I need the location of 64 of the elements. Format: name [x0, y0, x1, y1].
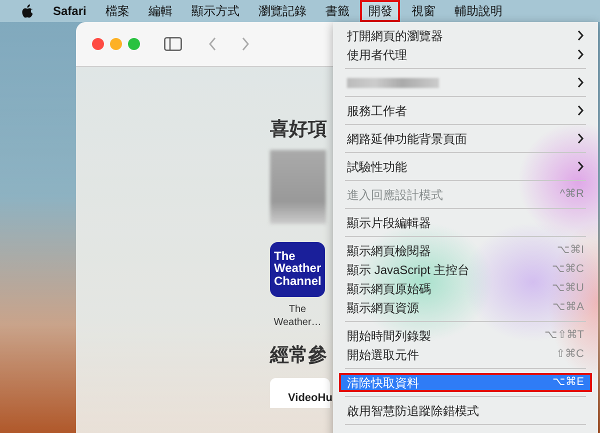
menu-bar-item[interactable]: 視窗	[403, 0, 444, 22]
sidebar-icon[interactable]	[164, 37, 182, 51]
menu-item-label: 啟用智慧防追蹤除錯模式	[347, 402, 480, 420]
menu-item-label: 使用者代理	[347, 46, 408, 64]
menu-item-label: 打開網頁的瀏覽器	[347, 28, 444, 44]
menu-item-label: 服務工作者	[347, 102, 408, 120]
menu-item[interactable]: 顯示網頁檢閱器 ⌥⌘I	[339, 241, 592, 260]
menu-item-label: 進入回應設計模式	[347, 186, 444, 204]
keyboard-shortcut: ⌥⌘E	[552, 375, 584, 390]
chevron-right-icon	[577, 49, 584, 60]
keyboard-shortcut: ^⌘R	[560, 187, 584, 202]
menu-bar-item[interactable]: 編輯	[140, 0, 180, 22]
favorite-label: The Weather…	[272, 302, 322, 329]
keyboard-shortcut: ⌥⌘C	[552, 262, 584, 278]
menu-item[interactable]: 開始時間列錄製 ⌥⇧⌘T	[339, 326, 592, 345]
menu-item-label: 試驗性功能	[347, 158, 408, 176]
menu-item[interactable]: 清除快取資料 ⌥⌘E	[339, 373, 592, 392]
favorite-tile-logo[interactable]: The Weather Channel	[270, 242, 325, 297]
menu-item-label: 開始選取元件	[347, 346, 420, 364]
minimize-button[interactable]	[110, 38, 122, 50]
menu-bar-item[interactable]: 檔案	[97, 0, 138, 22]
menu-item-label: 顯示片段編輯器	[347, 214, 432, 232]
keyboard-shortcut: ⌥⌘U	[552, 281, 584, 296]
menu-bar-item[interactable]: 輔助說明	[446, 0, 510, 22]
zoom-button[interactable]	[128, 38, 140, 50]
menu-item[interactable]: 啟用智慧防追蹤除錯模式	[339, 401, 592, 420]
menu-item[interactable]: 顯示 JavaScript 主控台 ⌥⌘C	[339, 260, 592, 279]
chevron-right-icon	[577, 105, 584, 116]
menu-item-label: 網路延伸功能背景頁面	[347, 130, 468, 148]
menu-item-label: 開始時間列錄製	[347, 328, 432, 344]
menu-item[interactable]: 試驗性功能	[339, 157, 592, 176]
forward-icon[interactable]	[241, 37, 250, 51]
menu-item-label: 顯示網頁原始碼	[347, 280, 432, 298]
menu-item[interactable]: 顯示網頁原始碼 ⌥⌘U	[339, 279, 592, 298]
menu-bar-item[interactable]: 瀏覽記錄	[250, 0, 314, 22]
section-heading: 喜好項	[270, 119, 327, 142]
chevron-right-icon	[577, 161, 584, 172]
menu-item[interactable]: 服務工作者	[339, 101, 592, 120]
menu-item[interactable]: 網路延伸功能背景頁面	[339, 129, 592, 148]
menu-item[interactable]: 開始選取元件 ⇧⌘C	[339, 345, 592, 364]
keyboard-shortcut: ⌥⌘I	[556, 243, 584, 258]
chevron-right-icon	[577, 30, 584, 41]
back-icon[interactable]	[208, 37, 217, 51]
section-heading: 經常參	[270, 344, 327, 368]
keyboard-shortcut: ⌥⌘A	[552, 300, 584, 316]
menu-item-label: 顯示網頁資源	[347, 300, 420, 316]
menu-bar-item[interactable]: 顯示方式	[183, 0, 248, 22]
keyboard-shortcut: ⌥⇧⌘T	[544, 328, 584, 344]
blurred-favorite-tile[interactable]	[270, 150, 326, 224]
apple-icon	[22, 4, 34, 18]
close-button[interactable]	[92, 38, 104, 50]
menu-bar-item[interactable]: Safari	[45, 0, 94, 22]
menu-item[interactable]: 顯示網頁資源 ⌥⌘A	[339, 298, 592, 317]
frequent-site-tile[interactable]: VideoHu	[270, 378, 330, 408]
chevron-right-icon	[577, 133, 584, 144]
menu-item[interactable]: 顯示片段編輯器	[339, 213, 592, 232]
menu-item[interactable]: 打開網頁的瀏覽器	[339, 26, 592, 45]
keyboard-shortcut: ⇧⌘C	[556, 347, 584, 362]
menu-item-label: 顯示網頁檢閱器	[347, 242, 432, 260]
chevron-right-icon	[577, 77, 584, 88]
menu-bar-item[interactable]: 書籤	[317, 0, 358, 22]
menu-item[interactable]: 使用者代理	[339, 45, 592, 64]
menu-item-label: 顯示 JavaScript 主控台	[347, 262, 471, 278]
menu-item-label: 清除快取資料	[347, 374, 420, 392]
